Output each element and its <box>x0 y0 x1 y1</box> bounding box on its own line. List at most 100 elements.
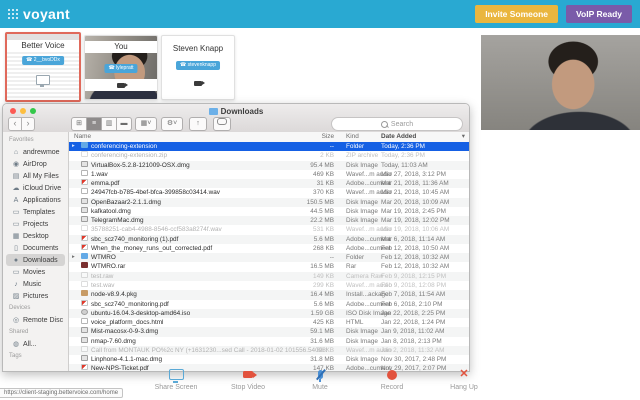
column-view-button[interactable]: ▥ <box>102 117 117 131</box>
file-row[interactable]: TelegramMac.dmg 22.2 MB Disk Image Mar 19, … <box>69 216 469 226</box>
sidebar-item-airdrop[interactable]: ◉ AirDrop <box>6 158 65 170</box>
voip-ready-button[interactable]: VoIP Ready <box>566 5 632 23</box>
column-header-name[interactable]: Name <box>74 132 91 142</box>
file-row[interactable]: sbc_scz740_monitoring (1).pdf 5.6 MB Adobe… <box>69 234 469 244</box>
file-row[interactable]: kafkatool.dmg 44.5 MB Disk Image Mar 19, 20… <box>69 206 469 216</box>
tags-button[interactable] <box>213 117 231 131</box>
ctrl-icon-box: ✕ <box>459 368 468 381</box>
participant-name: Better Voice <box>7 40 79 52</box>
arrange-button[interactable]: ▦˅ <box>135 117 157 131</box>
sidebar-item-movies[interactable]: ▭ Movies <box>6 266 65 278</box>
share-screen-button[interactable]: Share Screen <box>148 368 204 391</box>
control-label: Stop Video <box>230 384 266 391</box>
share-screen-icon <box>168 369 184 383</box>
hang-up-button[interactable]: ✕ Hang Up <box>436 368 492 392</box>
airdrop-icon: ◉ <box>12 161 20 168</box>
sidebar-item-downloads[interactable]: ● Downloads <box>6 254 65 266</box>
record-button[interactable]: Record <box>364 368 420 391</box>
action-gear-button[interactable]: ⚙˅ <box>161 117 183 131</box>
file-row[interactable]: node-v8.9.4.pkg 16.4 MB Install...ackage Fe… <box>69 290 469 300</box>
sidebar-item-label: Applications <box>23 196 61 204</box>
dmg-file-icon <box>81 216 88 223</box>
share-button[interactable]: ↑ <box>189 117 207 131</box>
dmg-file-icon <box>81 327 88 334</box>
file-date-added: Today, 2:36 PM <box>381 152 425 160</box>
sidebar-item-desktop[interactable]: ▦ Desktop <box>6 230 65 242</box>
file-date-added: Mar 21, 2018, 10:45 AM <box>381 189 450 197</box>
list-view-button[interactable]: ≡ <box>87 117 102 131</box>
file-row[interactable]: emma.pdf 31 KB Adobe...cument Mar 21, 2018,… <box>69 179 469 189</box>
file-size: 370 KB <box>313 189 334 197</box>
file-row[interactable]: OpenBazaar2-2.1.1.dmg 150.5 MB Disk Image M… <box>69 197 469 207</box>
file-size: 68 KB <box>316 346 334 354</box>
call-controls: Share Screen Stop Video Mute Record ✕ Hang Up <box>148 368 492 392</box>
file-row[interactable]: Mist-macosx-0-9-3.dmg 59.1 MB Disk Image Ja… <box>69 327 469 337</box>
nav-buttons: ‹ › <box>8 117 35 131</box>
file-row[interactable]: test.wav 299 KB Wavef...m audio Feb 9, 2018… <box>69 280 469 290</box>
file-row[interactable]: ubuntu-16.04.3-desktop-amd64.iso 1.59 GB I… <box>69 308 469 319</box>
sidebar-item-label: All... <box>23 340 37 348</box>
sidebar-item-label: All My Files <box>23 172 59 180</box>
ctrl-icon-box <box>243 368 257 381</box>
column-header-date-added[interactable]: Date Added <box>381 132 416 142</box>
participant-card-you[interactable]: You ☎ lylepratt <box>84 35 158 100</box>
sidebar-item-label: Remote Disc <box>23 316 64 324</box>
file-date-added: Feb 7, 2018, 11:54 AM <box>381 291 446 299</box>
sidebar-item-pictures[interactable]: ▨ Pictures <box>6 290 65 302</box>
file-date-added: Jan 2, 2018, 11:32 AM <box>381 346 445 354</box>
column-header-size[interactable]: Size <box>249 132 334 142</box>
file-row[interactable]: ▸ WTMRO -- Folder Feb 12, 2018, 10:32 AM <box>69 253 469 263</box>
file-row[interactable]: Linphone-4.1.1-mac.dmg 31.8 MB Disk Image N… <box>69 355 469 364</box>
sidebar-item-applications[interactable]: A Applications <box>6 194 65 206</box>
status-link: https://client-staging.bettervoice.com/h… <box>0 388 124 398</box>
file-row[interactable]: 24947fcb-b785-4bef-bfca-399858c03414.wav… <box>69 188 469 197</box>
sidebar-item-icloud-drive[interactable]: ☁ iCloud Drive <box>6 182 65 194</box>
search-input[interactable]: Search <box>331 117 463 131</box>
file-row[interactable]: Call from MONTAUK PO%2c NY (+1631230...s… <box>69 345 469 356</box>
mute-button[interactable]: Mute <box>292 368 348 391</box>
file-row[interactable]: conferencing-extension.zip 2 KB ZIP archiv… <box>69 151 469 160</box>
file-row[interactable]: nmap-7.60.dmg 31.6 MB Disk Image Jan 8, 201… <box>69 336 469 346</box>
sidebar-item-all-[interactable]: ◍ All... <box>6 338 65 350</box>
file-row[interactable]: WTMRO.rar 16.5 MB Rar Feb 12, 2018, 10:32 A… <box>69 262 469 271</box>
file-row[interactable]: When_the_money_runs_out_corrected.pdf 268… <box>69 243 469 253</box>
sidebar-section-favorites: Favorites <box>9 137 34 143</box>
sidebar-item-andrewmoe[interactable]: ⌂ andrewmoe <box>6 146 65 158</box>
cloud-icon: ☁ <box>12 185 20 192</box>
column-header-kind[interactable]: Kind <box>346 132 359 142</box>
icon-view-button[interactable]: ⊞ <box>71 117 87 131</box>
downloads-icon: ● <box>13 256 19 264</box>
stop-video-button[interactable]: Stop Video <box>220 368 276 391</box>
back-button[interactable]: ‹ <box>8 117 22 131</box>
disclosure-triangle-icon[interactable]: ▸ <box>72 253 79 262</box>
file-size: 16.5 MB <box>310 263 334 271</box>
sidebar-item-projects[interactable]: ▭ Projects <box>6 218 65 230</box>
file-row[interactable]: 35788251-cab4-4988-8546-ccf583a8274f.wav… <box>69 225 469 234</box>
sidebar-item-all-my-files[interactable]: ▤ All My Files <box>6 170 65 182</box>
participant-name: Steven Knapp <box>172 44 224 53</box>
sidebar-item-remote-disc[interactable]: ◎ Remote Disc <box>6 314 65 326</box>
finder-toolbar: Downloads ‹ › ⊞ ≡ ▥ ▬ ▦˅ ⚙˅ ↑ Search <box>3 104 469 133</box>
file-row[interactable]: voice_platform_docs.html 425 KB HTML Jan 22… <box>69 318 469 327</box>
file-date-added: Mar 19, 2018, 2:45 PM <box>381 207 447 215</box>
coverflow-view-button[interactable]: ▬ <box>117 117 132 131</box>
ctrl-icon-box <box>387 368 397 381</box>
sidebar-item-templates[interactable]: ▭ Templates <box>6 206 65 218</box>
participant-card-better-voice[interactable]: Better Voice ☎ 2__bvoDDx <box>5 32 81 102</box>
file-row[interactable]: sbc_scz740_monitoring.pdf 5.6 MB Adobe...c… <box>69 299 469 309</box>
disclosure-triangle-icon[interactable]: ▸ <box>72 142 79 151</box>
screen-share-icon <box>36 75 50 87</box>
forward-button[interactable]: › <box>22 117 35 131</box>
file-row[interactable]: 1.wav 469 KB Wavef...m audio Mar 27, 2018, … <box>69 169 469 179</box>
invite-someone-button[interactable]: Invite Someone <box>475 5 559 23</box>
sidebar-item-documents[interactable]: ▯ Documents <box>6 242 65 254</box>
file-date-added: Nov 30, 2017, 2:48 PM <box>381 356 447 364</box>
file-date-added: Feb 12, 2018, 10:50 AM <box>381 244 450 252</box>
sidebar-item-music[interactable]: ♪ Music <box>6 278 65 290</box>
participant-card-steven-knapp[interactable]: Steven Knapp ☎ stevenknapp <box>161 35 235 100</box>
file-row[interactable]: ▸ conferencing-extension -- Folder Today, 2:… <box>69 142 469 152</box>
file-rows: ▸ conferencing-extension -- Folder Today, 2:… <box>69 142 469 371</box>
file-row[interactable]: test.raw 149 KB Camera Raw Feb 9, 2018, 12:… <box>69 271 469 281</box>
header-actions: Invite Someone VoIP Ready <box>475 5 632 23</box>
file-row[interactable]: VirtualBox-5.2.8-121009-OSX.dmg 95.4 MB Di… <box>69 160 469 170</box>
